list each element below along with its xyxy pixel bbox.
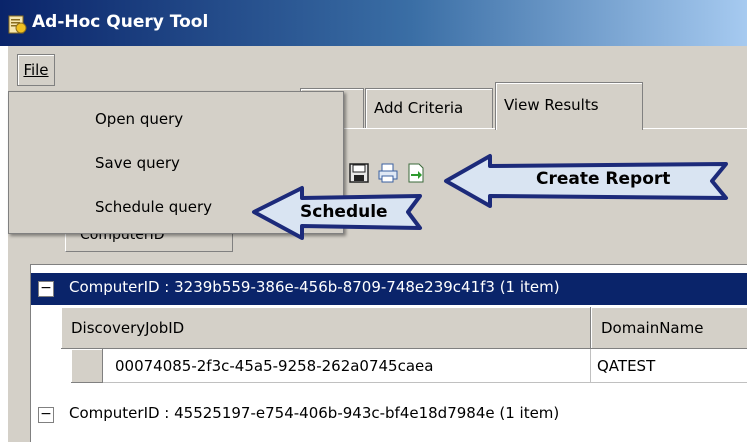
group-row-text: ComputerID : 45525197-e754-406b-943c-bf4… [69, 404, 560, 422]
column-header-discoveryjobid[interactable]: DiscoveryJobID [61, 307, 591, 349]
app-icon [8, 15, 27, 34]
cell-value: QATEST [597, 357, 656, 375]
create-report-callout-text: Create Report [536, 169, 671, 189]
menu-item-label: Open query [95, 110, 184, 128]
export-report-icon[interactable] [405, 162, 427, 184]
tab-view-results[interactable]: View Results [495, 82, 643, 130]
collapse-icon[interactable]: − [38, 407, 54, 423]
schedule-callout-text: Schedule [300, 202, 388, 222]
results-grid: − ComputerID : 3239b559-386e-456b-8709-7… [30, 264, 747, 442]
cell-domainname[interactable]: QATEST [591, 349, 747, 383]
group-row[interactable]: − ComputerID : 3239b559-386e-456b-8709-7… [31, 273, 747, 305]
row-selector[interactable] [71, 349, 103, 383]
menu-item-label: Save query [95, 154, 180, 172]
menu-item-open-query[interactable]: Open query [95, 110, 183, 128]
title-bar: Ad-Hoc Query Tool [0, 0, 747, 46]
group-row[interactable]: − ComputerID : 45525197-e754-406b-943c-b… [31, 399, 747, 431]
menu-item-schedule-query[interactable]: Schedule query [95, 198, 212, 216]
cell-value: 00074085-2f3c-45a5-9258-262a0745caea [115, 357, 434, 375]
group-row-text: ComputerID : 3239b559-386e-456b-8709-748… [69, 278, 560, 296]
column-header-label: DomainName [601, 319, 704, 337]
file-menu-label: File [23, 61, 49, 79]
column-header-label: DiscoveryJobID [71, 319, 185, 337]
collapse-icon[interactable]: − [38, 281, 54, 297]
print-icon[interactable] [377, 162, 399, 184]
save-icon[interactable] [348, 162, 370, 184]
window-title: Ad-Hoc Query Tool [32, 12, 209, 32]
menu-item-save-query[interactable]: Save query [95, 154, 180, 172]
tab-label: Add Criteria [374, 99, 464, 117]
column-header-domainname[interactable]: DomainName [591, 307, 747, 349]
menu-item-label: Schedule query [95, 198, 212, 216]
cell-discoveryjobid[interactable]: 00074085-2f3c-45a5-9258-262a0745caea [103, 349, 591, 383]
file-menu[interactable]: File [17, 54, 55, 86]
tab-add-criteria[interactable]: Add Criteria [365, 88, 493, 128]
tab-label: View Results [504, 96, 599, 114]
